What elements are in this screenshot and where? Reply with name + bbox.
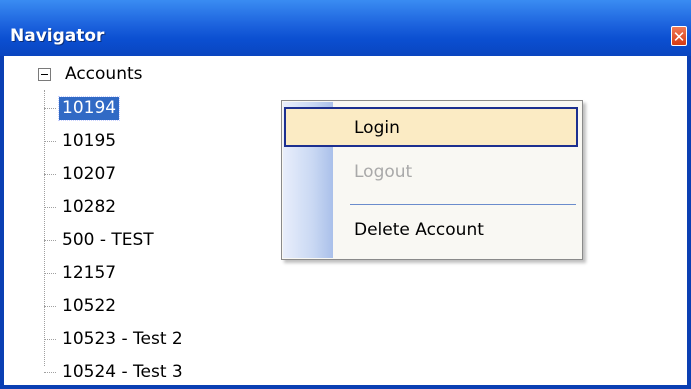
menu-item-label: Delete Account xyxy=(354,220,484,240)
close-icon: ✕ xyxy=(672,28,686,46)
tree-connector-line xyxy=(44,90,45,366)
menu-item-delete-account[interactable]: Delete Account xyxy=(284,211,578,251)
tree-item-label: 10194 xyxy=(57,96,121,121)
navigator-window: Navigator ✕ Accounts 10194 10195 10207 1… xyxy=(0,0,691,389)
tree-item-label: 10524 - Test 3 xyxy=(62,362,183,382)
tree-item-label: 500 - TEST xyxy=(62,230,154,250)
tree-item-label: 10523 - Test 2 xyxy=(62,329,183,349)
collapse-icon[interactable] xyxy=(38,67,51,81)
tree-item-label: 10282 xyxy=(62,197,117,217)
context-menu: Login Logout Delete Account xyxy=(281,100,583,260)
menu-separator xyxy=(350,204,576,205)
tree-root-label: Accounts xyxy=(65,64,143,84)
close-button[interactable]: ✕ xyxy=(671,26,687,46)
tree-item-label: 12157 xyxy=(62,263,117,283)
title-bar[interactable]: Navigator ✕ xyxy=(0,0,691,56)
menu-item-logout[interactable]: Logout xyxy=(284,153,578,193)
tree-item-label: 10195 xyxy=(62,131,117,151)
tree-root-accounts[interactable]: Accounts xyxy=(34,64,143,88)
tree-item-label: 10522 xyxy=(62,296,117,316)
menu-item-login[interactable]: Login xyxy=(284,107,578,147)
menu-item-label: Logout xyxy=(354,162,413,182)
window-title: Navigator xyxy=(10,26,105,46)
tree-item-label: 10207 xyxy=(62,164,117,184)
menu-item-label: Login xyxy=(354,118,400,138)
